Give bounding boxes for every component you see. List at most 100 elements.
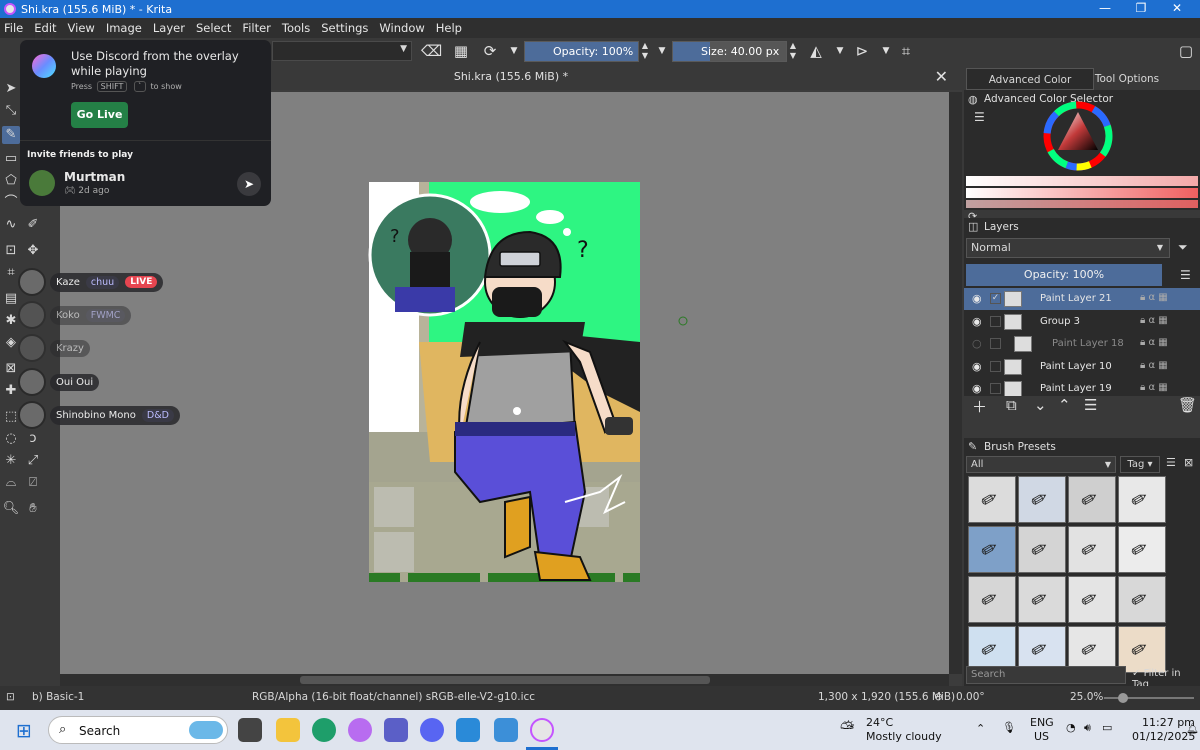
- menu-file[interactable]: File: [4, 21, 23, 35]
- chevron-down-icon[interactable]: ▼: [504, 41, 524, 61]
- visibility-eye-icon[interactable]: ◉: [972, 382, 982, 395]
- canvas-horizontal-scrollbar[interactable]: [60, 674, 949, 686]
- move-down-icon[interactable]: ⌄: [1034, 396, 1047, 414]
- brush-preset[interactable]: ✏︎: [1118, 476, 1166, 523]
- similar-select-icon[interactable]: ⤢: [24, 452, 42, 470]
- move-icon[interactable]: ✥: [24, 242, 42, 260]
- select-shapes-icon[interactable]: ➤: [2, 80, 20, 98]
- menu-image[interactable]: Image: [106, 21, 142, 35]
- presence-item[interactable]: Krazy: [18, 334, 90, 362]
- menu-settings[interactable]: Settings: [321, 21, 368, 35]
- size-slider[interactable]: Size: 40.00 px: [672, 41, 787, 62]
- layer-flags[interactable]: 🔒︎ α ▦: [1140, 360, 1168, 371]
- tab-tool-options[interactable]: Tool Options: [1094, 68, 1160, 90]
- brush-preset[interactable]: ✏︎: [968, 526, 1016, 573]
- layer-row[interactable]: ○ Paint Layer 18 🔒︎ α ▦: [964, 333, 1200, 355]
- close-window-button[interactable]: ✕: [1160, 0, 1194, 18]
- layer-checkbox[interactable]: ✓: [990, 293, 1001, 304]
- brush-preset[interactable]: ✏︎: [1018, 576, 1066, 623]
- visibility-eye-icon[interactable]: ○: [972, 337, 982, 350]
- multibrush-icon[interactable]: ✐: [24, 216, 42, 234]
- crop-icon[interactable]: ⌗: [896, 41, 916, 61]
- layer-checkbox[interactable]: [990, 383, 1001, 394]
- windows-start-icon[interactable]: ⊞: [16, 720, 32, 742]
- opacity-slider[interactable]: Opacity: 100%: [524, 41, 639, 62]
- minimize-button[interactable]: —: [1088, 0, 1122, 18]
- freehand-brush-icon[interactable]: ✎: [2, 126, 20, 144]
- brush-preset[interactable]: ✏︎: [1068, 526, 1116, 573]
- bezier-select-icon[interactable]: ⌓: [2, 474, 20, 492]
- teams-icon[interactable]: [384, 718, 408, 742]
- hue-slider[interactable]: [966, 200, 1198, 208]
- layer-flags[interactable]: 🔒︎ α ▦: [1140, 292, 1168, 303]
- tab-advanced-color-selector[interactable]: Advanced Color Selector: [966, 68, 1094, 108]
- visibility-eye-icon[interactable]: ◉: [972, 360, 982, 373]
- edge-icon[interactable]: [312, 718, 336, 742]
- transform-icon[interactable]: ⊡: [2, 242, 20, 260]
- alpha-lock-icon[interactable]: ▦: [451, 41, 471, 61]
- presence-item[interactable]: Kaze chuu LIVE: [18, 268, 164, 296]
- layer-row[interactable]: ◉ ✓ Paint Layer 21 🔒︎ α ▦: [964, 288, 1200, 310]
- go-live-button[interactable]: Go Live: [71, 102, 128, 128]
- move-up-icon[interactable]: ⌃: [1058, 396, 1071, 414]
- layer-checkbox[interactable]: [990, 360, 1001, 372]
- delete-layer-icon[interactable]: 🗑︎: [1178, 396, 1197, 414]
- visibility-eye-icon[interactable]: ◉: [972, 292, 982, 305]
- discord-icon[interactable]: [420, 718, 444, 742]
- layer-flags[interactable]: 🔒︎ α ▦: [1140, 337, 1168, 348]
- duplicate-layer-icon[interactable]: ⧉: [1006, 396, 1017, 414]
- brush-search-input[interactable]: Search: [966, 666, 1126, 684]
- mirror-horizontal-icon[interactable]: ◭: [806, 41, 826, 61]
- list-icon[interactable]: ☰: [974, 110, 985, 124]
- menu-view[interactable]: View: [68, 21, 95, 35]
- brush-preset[interactable]: ✏︎: [1018, 526, 1066, 573]
- layer-flags[interactable]: 🔒︎ α ▦: [1140, 382, 1168, 393]
- battery-icon[interactable]: ▭: [1102, 721, 1112, 734]
- brush-preset[interactable]: ✏︎: [1068, 476, 1116, 523]
- file-explorer-icon[interactable]: [276, 718, 300, 742]
- menu-icon[interactable]: ☰: [1180, 268, 1191, 282]
- dynamic-brush-icon[interactable]: ∿: [2, 216, 20, 234]
- maximize-button[interactable]: ❐: [1124, 0, 1158, 18]
- canvas-vertical-scrollbar[interactable]: [949, 92, 962, 674]
- volume-icon[interactable]: 🔊︎: [1084, 721, 1091, 735]
- magic-wand-icon[interactable]: ✳: [2, 452, 20, 470]
- freehand-select-icon[interactable]: ↄ: [24, 430, 42, 448]
- color-wheel[interactable]: [1038, 100, 1118, 172]
- menu-help[interactable]: Help: [436, 21, 462, 35]
- photos-icon[interactable]: [494, 718, 518, 742]
- edit-shapes-icon[interactable]: ⤡: [2, 102, 20, 120]
- brush-preset[interactable]: ✏︎: [1118, 526, 1166, 573]
- microphone-icon[interactable]: 🎙︎: [1002, 721, 1016, 734]
- add-layer-icon[interactable]: ＋: [972, 396, 987, 417]
- zoom-value[interactable]: 25.0%: [1070, 691, 1103, 703]
- ellipse-select-icon[interactable]: ◌: [2, 430, 20, 448]
- polygon-tool-icon[interactable]: ⬠: [2, 172, 20, 190]
- scroll-thumb[interactable]: [300, 676, 710, 684]
- magnetic-select-icon[interactable]: ⍁: [24, 474, 42, 492]
- menu-window[interactable]: Window: [379, 21, 424, 35]
- chevron-down-icon[interactable]: ▼: [830, 41, 850, 61]
- layer-flags[interactable]: 🔒︎ α ▦: [1140, 315, 1168, 326]
- eraser-icon[interactable]: ⌫: [421, 41, 442, 61]
- notification-icon[interactable]: 🔔︎: [1186, 724, 1199, 735]
- blend-mode-select[interactable]: Normal ▼: [966, 238, 1170, 258]
- weather-temp[interactable]: 24°C: [866, 716, 893, 729]
- taskbar-search-input[interactable]: ⌕ Search: [48, 716, 228, 744]
- layer-opacity-slider[interactable]: Opacity: 100%: [966, 264, 1162, 286]
- store-icon[interactable]: [456, 718, 480, 742]
- visibility-eye-icon[interactable]: ◉: [972, 315, 982, 328]
- copilot-icon[interactable]: [348, 718, 372, 742]
- menu-filter[interactable]: Filter: [242, 21, 270, 35]
- presence-item[interactable]: Oui Oui: [18, 368, 100, 396]
- workspace-icon[interactable]: ▢: [1176, 41, 1196, 61]
- layer-checkbox[interactable]: [990, 315, 1001, 327]
- task-view-icon[interactable]: [238, 718, 262, 742]
- mirror-vertical-icon[interactable]: ⊳: [852, 41, 872, 61]
- wifi-icon[interactable]: ◔: [1066, 721, 1076, 734]
- brush-preset[interactable]: ✏︎: [1018, 476, 1066, 523]
- close-icon[interactable]: ⊠: [1184, 456, 1193, 469]
- size-stepper[interactable]: ▲ ▼: [787, 41, 799, 61]
- tag-button[interactable]: Tag ▾: [1120, 456, 1160, 473]
- pan-hand-icon[interactable]: ✋︎: [24, 500, 42, 518]
